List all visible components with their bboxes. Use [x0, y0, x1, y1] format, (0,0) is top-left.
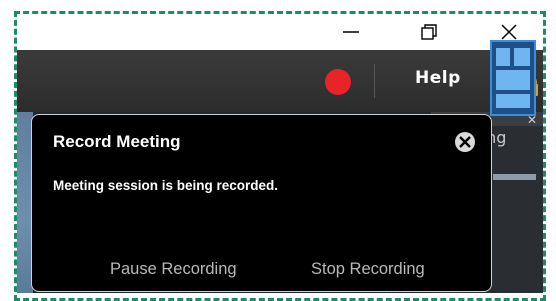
restore-button[interactable]	[406, 14, 452, 50]
toolbar-divider	[374, 64, 375, 98]
close-icon	[501, 24, 517, 40]
help-menu[interactable]: Help	[415, 68, 461, 88]
stop-recording-button[interactable]: Stop Recording	[311, 260, 425, 279]
sharing-layout-tile[interactable]	[490, 40, 536, 116]
dialog-close-button[interactable]	[455, 132, 475, 152]
pause-recording-button[interactable]: Pause Recording	[110, 260, 237, 279]
record-meeting-dialog: Record Meeting Meeting session is being …	[31, 114, 492, 292]
close-icon	[459, 136, 471, 148]
meeting-toolbar: Help	[17, 50, 543, 112]
next-layout-tile[interactable]	[493, 174, 536, 180]
sharing-layout-icon	[496, 48, 530, 108]
restore-icon	[421, 24, 437, 40]
minimize-icon	[343, 31, 359, 33]
minimize-button[interactable]	[328, 14, 374, 50]
dialog-message: Meeting session is being recorded.	[53, 178, 279, 193]
dialog-title: Record Meeting	[53, 132, 181, 151]
recording-indicator-icon[interactable]	[325, 69, 351, 95]
window-titlebar	[17, 14, 543, 50]
